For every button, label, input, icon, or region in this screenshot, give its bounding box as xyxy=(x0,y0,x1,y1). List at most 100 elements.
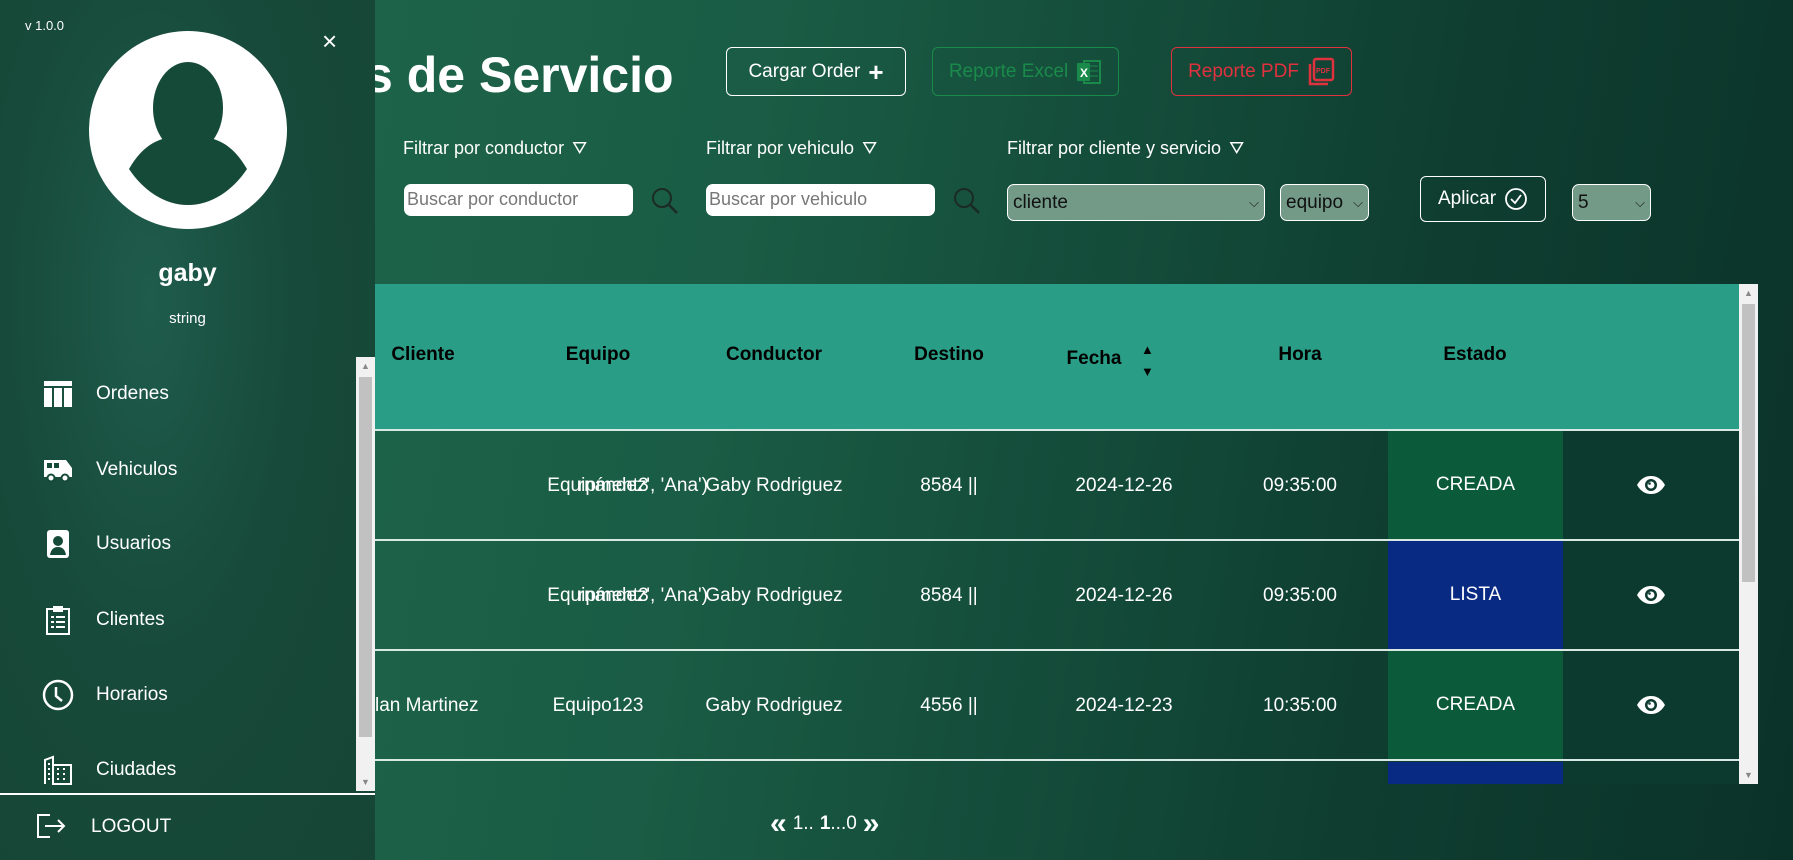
pdf-icon: PDF xyxy=(1308,57,1335,85)
sidebar-item-clientes[interactable]: Clientes xyxy=(0,590,355,650)
sidebar-item-label: Ciudades xyxy=(96,759,177,780)
cell-destino: 8584 || xyxy=(920,585,978,606)
reporte-pdf-button[interactable]: Reporte PDF PDF xyxy=(1171,47,1352,96)
filter-cliente-label: Filtrar por cliente y servicio ⛛ xyxy=(1007,138,1245,158)
cell-fecha: 2024-12-26 xyxy=(1075,475,1173,496)
logout-label: LOGOUT xyxy=(91,816,172,837)
orders-table: Cliente Equipo Conductor Destino Fecha ▲… xyxy=(200,284,1739,784)
vehiculo-search-input[interactable]: Buscar por vehiculo xyxy=(706,184,935,216)
svg-text:X: X xyxy=(1080,66,1088,80)
clock-icon xyxy=(40,677,76,713)
header-estado: Estado xyxy=(1443,344,1507,365)
reporte-excel-label: Reporte Excel xyxy=(948,60,1069,82)
van-icon xyxy=(40,452,76,488)
equipo-select[interactable]: equipo ⌵ xyxy=(1280,184,1369,221)
search-icon[interactable] xyxy=(650,186,680,216)
user-name: gaby xyxy=(158,259,217,287)
cargar-order-label: Cargar Order xyxy=(748,60,861,82)
conductor-search-input[interactable]: Buscar por conductor xyxy=(404,184,633,216)
user-role: string xyxy=(169,310,206,327)
partial-action-cell xyxy=(1563,762,1739,784)
sidebar-item-label: Ordenes xyxy=(96,383,169,404)
filter-vehiculo-label: Filtrar por vehiculo ⛛ xyxy=(706,138,878,158)
cell-hora: 09:35:00 xyxy=(1263,475,1337,496)
clipboard-icon xyxy=(40,602,76,638)
scroll-up-icon[interactable]: ▲ xyxy=(361,361,370,371)
header-cliente[interactable]: Cliente xyxy=(391,344,454,366)
sidebar-item-ordenes[interactable]: Ordenes xyxy=(0,364,355,424)
excel-icon: X xyxy=(1077,59,1102,84)
reporte-pdf-label: Reporte PDF xyxy=(1188,60,1299,82)
header-equipo[interactable]: Equipo xyxy=(566,344,630,366)
logout-button[interactable]: LOGOUT xyxy=(0,800,375,856)
page-size-select[interactable]: 5 ⌵ xyxy=(1572,184,1651,221)
next-page-icon[interactable]: » xyxy=(863,809,880,839)
filter-icon: ⛛ xyxy=(572,138,588,158)
sidebar-item-label: Usuarios xyxy=(96,533,171,554)
eye-icon[interactable] xyxy=(1636,585,1666,605)
prev-page-icon[interactable]: « xyxy=(770,809,787,839)
sidebar-item-ciudades[interactable]: Ciudades xyxy=(0,740,355,800)
table-header: Cliente Equipo Conductor Destino Fecha ▲… xyxy=(200,284,1739,431)
partial-status-cell xyxy=(1388,762,1563,784)
header-destino[interactable]: Destino xyxy=(914,344,984,366)
cell-conductor: Gaby Rodriguez xyxy=(705,695,843,716)
cell-conductor: Gaby Rodriguez xyxy=(705,585,843,606)
sidebar-item-horarios[interactable]: Horarios xyxy=(0,665,355,725)
close-icon[interactable]: × xyxy=(322,28,337,54)
view-button[interactable] xyxy=(1563,541,1739,649)
equipo-select-value: equipo xyxy=(1286,191,1344,213)
cell-destino: 4556 || xyxy=(920,695,978,716)
eye-icon[interactable] xyxy=(1636,695,1666,715)
cliente-select[interactable]: cliente ⌵ xyxy=(1007,184,1265,221)
cell-equipo: Equipment3 xyxy=(547,585,649,606)
filter-icon: ⛛ xyxy=(862,138,878,158)
sidebar-scrollbar-thumb[interactable] xyxy=(359,377,372,737)
cell-destino: 8584 || xyxy=(920,475,978,496)
cell-hora: 09:35:00 xyxy=(1263,585,1337,606)
cell-equipo: Equipment3 xyxy=(547,475,649,496)
pagination: « 1.. 1 ...0 » xyxy=(770,809,880,839)
logout-icon xyxy=(37,814,66,838)
cargar-order-button[interactable]: Cargar Order + xyxy=(726,47,906,96)
sidebar-item-label: Clientes xyxy=(96,609,165,630)
eye-icon[interactable] xyxy=(1636,475,1666,495)
page-range-start[interactable]: 1.. xyxy=(793,813,814,835)
current-page[interactable]: 1 xyxy=(820,813,831,835)
sidebar-item-label: Vehiculos xyxy=(96,459,178,480)
cliente-select-value: cliente xyxy=(1013,191,1068,213)
sidebar: v 1.0.0 × gaby string Ordenes Vehiculos … xyxy=(0,0,375,860)
reporte-excel-button[interactable]: Reporte Excel X xyxy=(932,47,1119,96)
table-scrollbar[interactable]: ▲ ▼ xyxy=(1739,284,1758,784)
header-conductor[interactable]: Conductor xyxy=(726,344,822,366)
page-range-end[interactable]: ...0 xyxy=(830,813,856,835)
page-size-value: 5 xyxy=(1578,191,1589,213)
table-scrollbar-thumb[interactable] xyxy=(1742,304,1755,582)
sort-down-icon[interactable]: ▼ xyxy=(1141,364,1154,379)
avatar xyxy=(89,31,287,229)
view-button[interactable] xyxy=(1563,651,1739,759)
sidebar-item-label: Horarios xyxy=(96,684,168,705)
search-icon[interactable] xyxy=(952,186,982,216)
status-badge: CREADA xyxy=(1388,431,1563,539)
filter-conductor-label: Filtrar por conductor ⛛ xyxy=(403,138,588,158)
filter-icon: ⛛ xyxy=(1229,138,1245,158)
scroll-down-icon[interactable]: ▼ xyxy=(1744,770,1753,780)
scroll-down-icon[interactable]: ▼ xyxy=(361,777,370,787)
header-fecha[interactable]: Fecha xyxy=(1067,348,1122,370)
aplicar-label: Aplicar xyxy=(1437,188,1497,209)
cell-cliente: lan Martinez xyxy=(375,695,479,716)
chevron-down-icon: ⌵ xyxy=(1635,194,1645,210)
aplicar-button[interactable]: Aplicar xyxy=(1420,176,1546,222)
sidebar-item-vehiculos[interactable]: Vehiculos xyxy=(0,440,355,500)
sidebar-scrollbar[interactable]: ▲ ▼ xyxy=(356,357,375,791)
buildings-icon xyxy=(40,752,76,788)
table-row: lan Martinez Equipo123 Gaby Rodriguez 4556 … xyxy=(200,651,1739,761)
view-button[interactable] xyxy=(1563,431,1739,539)
sidebar-item-usuarios[interactable]: Usuarios xyxy=(0,514,355,574)
divider xyxy=(0,793,375,795)
chevron-down-icon: ⌵ xyxy=(1353,194,1363,210)
svg-text:PDF: PDF xyxy=(1316,68,1331,75)
scroll-up-icon[interactable]: ▲ xyxy=(1744,288,1753,298)
user-badge-icon xyxy=(40,526,76,562)
